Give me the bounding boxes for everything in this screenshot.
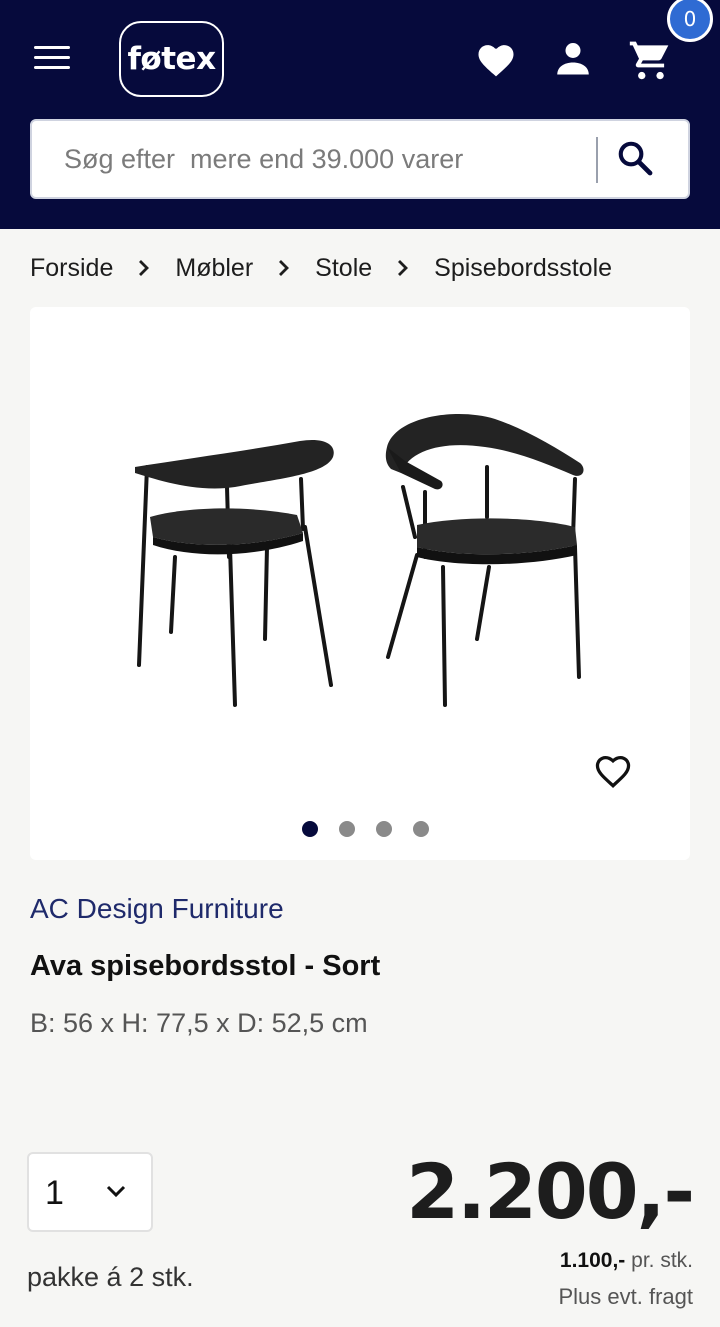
product-brand-link[interactable]: AC Design Furniture (30, 893, 284, 925)
top-header: føtex 0 (0, 0, 720, 229)
chevron-right-icon (396, 258, 410, 278)
freight-note: Plus evt. fragt (558, 1284, 693, 1309)
breadcrumb-item-forside[interactable]: Forside (30, 254, 113, 283)
breadcrumb-item-spisebordsstole[interactable]: Spisebordsstole (434, 254, 612, 283)
image-carousel-dots (302, 821, 429, 837)
menu-button[interactable] (34, 46, 70, 74)
user-icon[interactable] (555, 40, 591, 76)
search-button[interactable] (616, 139, 656, 179)
unit-price-suffix: pr. stk. (625, 1249, 693, 1272)
breadcrumb: Forside Møbler Stole Spisebordsstole (30, 250, 612, 286)
quantity-value: 1 (45, 1174, 64, 1212)
chevron-right-icon (277, 258, 291, 278)
search-divider (596, 137, 598, 183)
breadcrumb-item-mobler[interactable]: Møbler (175, 254, 253, 283)
pack-info: pakke á 2 stk. (27, 1262, 194, 1292)
add-to-favorites-button[interactable] (593, 753, 633, 793)
chevron-right-icon (137, 258, 151, 278)
product-image-card[interactable] (30, 307, 690, 860)
cart-count-badge[interactable]: 0 (667, 0, 713, 42)
menu-icon-bar (34, 66, 70, 69)
chevron-down-icon (106, 1185, 126, 1198)
carousel-dot[interactable] (376, 821, 392, 837)
foetex-logo[interactable]: føtex (119, 21, 224, 97)
product-dimensions: B: 56 x H: 77,5 x D: 52,5 cm (30, 1008, 368, 1038)
carousel-dot[interactable] (339, 821, 355, 837)
heart-outline-icon (595, 755, 631, 788)
product-title: Ava spisebordsstol - Sort (30, 950, 381, 982)
product-image-chairs (135, 414, 584, 707)
cart-icon[interactable] (628, 38, 672, 82)
search-input[interactable] (52, 121, 592, 197)
search-icon (618, 141, 653, 176)
quantity-select[interactable]: 1 (27, 1152, 153, 1232)
menu-icon-bar (34, 46, 70, 49)
unit-price: 1.100,- pr. stk. (560, 1249, 693, 1273)
unit-price-value: 1.100,- (559, 1249, 626, 1272)
favorites-heart-icon[interactable] (476, 40, 516, 78)
breadcrumb-item-stole[interactable]: Stole (315, 254, 372, 283)
product-price: 2.200,- (406, 1147, 695, 1236)
carousel-dot[interactable] (302, 821, 318, 837)
menu-icon-bar (34, 56, 70, 59)
carousel-dot[interactable] (413, 821, 429, 837)
search-bar (30, 119, 690, 199)
